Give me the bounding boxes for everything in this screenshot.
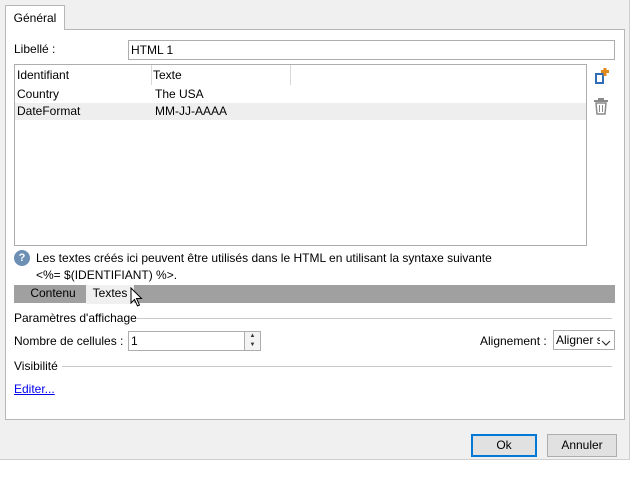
- subtab-bar: Contenu Textes: [14, 285, 615, 304]
- tab-general[interactable]: Général: [5, 5, 65, 30]
- align-select[interactable]: Aligner s: [553, 330, 615, 350]
- list-header: Identifiant Texte: [15, 65, 586, 85]
- ok-button[interactable]: Ok: [471, 434, 537, 457]
- chevron-down-icon: [601, 336, 611, 346]
- info-text-line1: Les textes créés ici peuvent être utilis…: [36, 251, 492, 265]
- group-divider: [136, 318, 612, 319]
- list-row[interactable]: Country The USA: [15, 86, 586, 103]
- spin-up-button[interactable]: ▲: [244, 332, 260, 341]
- cell-texte: The USA: [155, 87, 204, 101]
- cell-texte: MM-JJ-AAAA: [155, 104, 227, 118]
- column-header-texte[interactable]: Texte: [153, 65, 182, 85]
- label-caption: Libellé :: [14, 42, 56, 56]
- cells-value: 1: [131, 334, 138, 348]
- cells-input[interactable]: 1: [128, 331, 261, 351]
- visibility-title: Visibilité: [14, 359, 58, 373]
- list-row[interactable]: DateFormat MM-JJ-AAAA: [15, 103, 586, 120]
- cell-identifiant: DateFormat: [17, 104, 81, 118]
- cancel-button[interactable]: Annuler: [547, 434, 617, 457]
- cells-label: Nombre de cellules :: [14, 334, 124, 348]
- help-icon: ?: [14, 250, 30, 266]
- column-separator[interactable]: [151, 65, 152, 85]
- subtab-textes[interactable]: Textes: [86, 285, 134, 304]
- spin-down-button[interactable]: ▼: [244, 341, 260, 350]
- texts-list[interactable]: Identifiant Texte Country The USA DateFo…: [14, 64, 587, 246]
- group-divider: [62, 366, 612, 367]
- display-params-title: Paramètres d'affichage: [14, 311, 137, 325]
- cell-identifiant: Country: [17, 87, 60, 101]
- trash-icon[interactable]: [593, 97, 611, 115]
- align-select-value: Aligner s: [556, 333, 600, 347]
- subtab-contenu[interactable]: Contenu: [20, 285, 86, 303]
- label-input[interactable]: HTML 1: [128, 40, 615, 60]
- info-text-line2: <%= $(IDENTIFIANT) %>.: [36, 268, 178, 282]
- add-icon[interactable]: [592, 68, 610, 86]
- align-label: Alignement :: [480, 334, 547, 348]
- column-header-identifiant[interactable]: Identifiant: [17, 65, 69, 85]
- mouse-cursor-icon: [130, 286, 144, 309]
- edit-visibility-link[interactable]: Editer...: [14, 381, 55, 397]
- column-separator[interactable]: [290, 65, 291, 85]
